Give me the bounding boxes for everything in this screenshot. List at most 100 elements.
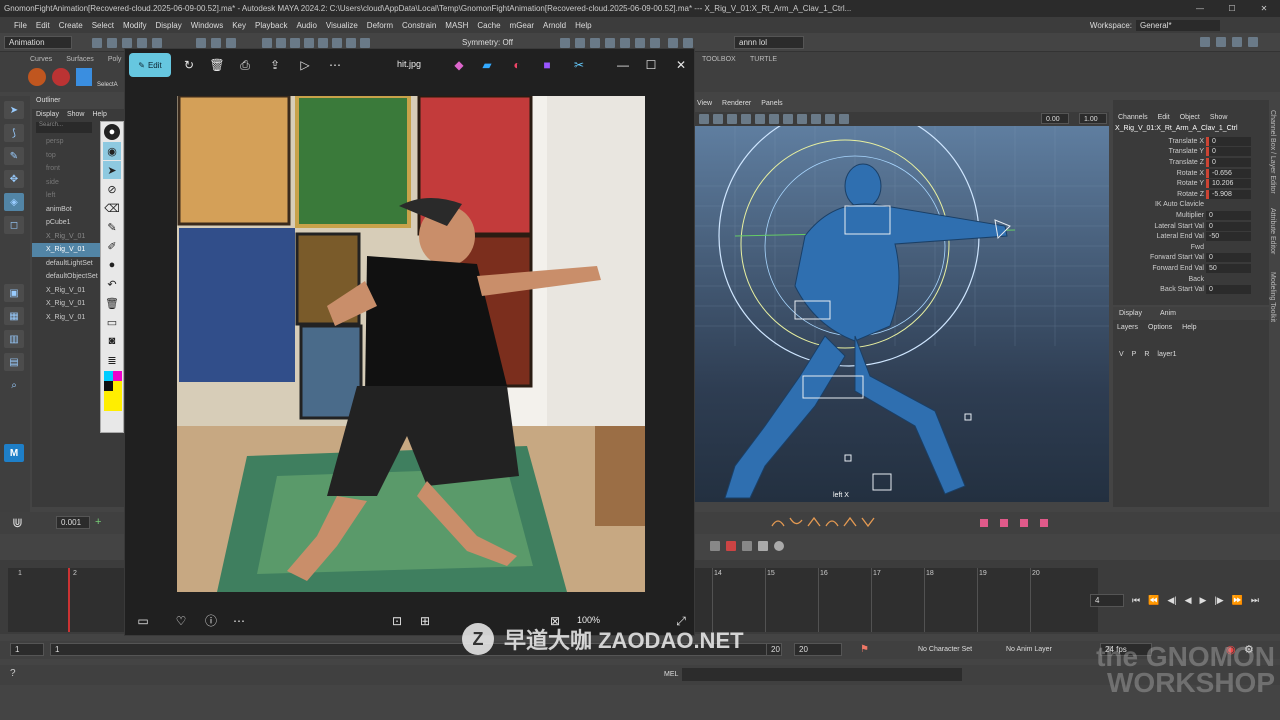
paint-select-tool-icon[interactable]: ✎ [4,147,24,165]
monitor-icon[interactable]: ▭ [103,313,121,331]
menu-select[interactable]: Select [92,21,114,30]
favorite-icon[interactable]: ♡ [173,613,189,629]
channel-value[interactable]: 0 [1206,285,1251,295]
fit-view-icon[interactable]: ⊡ [389,613,405,629]
menu-mash[interactable]: MASH [445,21,468,30]
toggle-channel-box-icon[interactable] [1248,37,1258,47]
viewport-menu-panels[interactable]: Panels [761,100,782,112]
bookmark-icon[interactable] [713,114,723,124]
menu-help[interactable]: Help [575,21,591,30]
smooth-shade-icon[interactable] [769,114,779,124]
character-rig-mesh[interactable] [724,163,1008,499]
channel-row[interactable]: Forward Start Val 0 [1113,253,1269,264]
animation-start-field[interactable]: 1 [10,643,44,656]
play-forward-icon[interactable]: ▶ [1200,595,1207,606]
menu-windows[interactable]: Windows [191,21,223,30]
mel-label[interactable]: MEL [664,671,678,678]
step-tangent-icon[interactable] [843,516,857,527]
outliner-search-input[interactable]: Search... [36,122,92,133]
layer-playback-toggle[interactable]: P [1132,351,1137,358]
channels-menu-channels[interactable]: Channels [1118,114,1148,121]
minimize-button[interactable]: — [1184,0,1216,17]
channel-row[interactable]: Translate Y0 [1113,147,1269,158]
menuset-dropdown[interactable]: Animation [4,36,72,49]
more-options-icon[interactable]: ⋯ [327,57,343,73]
save-scene-icon[interactable] [122,38,132,48]
channel-row[interactable]: Forward End Val 50 [1113,263,1269,274]
key-icon-1[interactable] [980,519,988,527]
shelf-tab-toolbox[interactable]: TOOLBOX [702,56,736,63]
light-editor-icon[interactable] [635,38,645,48]
lasso-tool-icon[interactable]: ⟆ [4,124,24,142]
maximize-button[interactable]: ☐ [1216,0,1248,17]
open-scene-icon[interactable] [107,38,117,48]
menu-edit[interactable]: Edit [36,21,50,30]
no-entry-icon[interactable]: ⊘ [103,180,121,198]
move-tool-icon[interactable]: ✥ [4,170,24,188]
magnet-tool-icon[interactable]: ⋓ [12,515,23,531]
channel-row[interactable]: Rotate Z -5.908 [1113,189,1269,200]
channel-row[interactable]: Lateral End Val -50 [1113,231,1269,242]
symmetry-label[interactable]: Symmetry: Off [462,38,513,47]
step-back-key-icon[interactable]: ⏪ [1148,595,1159,606]
arnold-render-icon[interactable] [650,38,660,48]
channel-row[interactable]: Back [1113,274,1269,285]
plateau-tangent-icon[interactable] [861,517,875,528]
side-tab-attribute-editor[interactable]: Attribute Editor [1269,208,1276,254]
maximize-viewer-icon[interactable]: ☐ [643,57,659,73]
clamped-tangent-icon[interactable] [789,517,803,525]
eraser-icon[interactable]: ⌫ [103,199,121,217]
menu-arnold[interactable]: Arnold [543,21,566,30]
ipr-render-icon[interactable] [575,38,585,48]
menu-mgear[interactable]: mGear [510,21,534,30]
camera-select-icon[interactable] [699,114,709,124]
rotate-tool-icon[interactable]: ◈ [4,193,24,211]
channel-row[interactable]: Multiplier 0 [1113,210,1269,221]
auto-key-icon[interactable]: ⚑ [860,644,869,655]
exposure-field[interactable]: 0.00 [1041,113,1069,124]
graph-layout-icon[interactable]: ▤ [4,353,24,371]
undo-annotation-icon[interactable]: ↶ [103,275,121,293]
info-icon[interactable]: ⓘ [203,613,219,629]
scale-tool-icon[interactable]: ◻ [4,216,24,234]
hypershade-icon[interactable] [605,38,615,48]
menu-create[interactable]: Create [59,21,83,30]
step-forward-key-icon[interactable]: ⏩ [1232,595,1243,606]
channel-row[interactable]: Back Start Val 0 [1113,284,1269,295]
channel-value[interactable]: 50 [1206,263,1251,273]
menu-visualize[interactable]: Visualize [326,21,358,30]
channel-value[interactable]: 0 [1206,253,1251,263]
layer-name[interactable]: layer1 [1157,351,1176,358]
rotate-icon[interactable]: ↻ [181,57,197,73]
wireframe-icon[interactable] [755,114,765,124]
shadows-icon[interactable] [811,114,821,124]
snap-view-icon[interactable] [304,38,314,48]
edit-button[interactable]: ✎ Edit [129,53,171,77]
layer-menu-help[interactable]: Help [1182,324,1196,331]
channel-row[interactable]: Fwd [1113,242,1269,253]
channel-value[interactable]: -0.656 [1206,168,1251,178]
channels-menu-show[interactable]: Show [1210,114,1228,121]
current-time-indicator[interactable] [68,568,70,632]
layer-visibility-toggle[interactable]: V [1119,351,1124,358]
channels-menu-edit[interactable]: Edit [1158,114,1170,121]
user-avatar-icon[interactable]: ● [104,124,120,140]
maya-logo-icon[interactable]: M [4,444,24,462]
snipping-icon[interactable]: ✂ [571,57,587,73]
step-back-frame-icon[interactable]: ◀| [1167,595,1176,606]
filmstrip-icon[interactable]: ▭ [135,613,151,629]
curve-filter-icon[interactable] [726,541,736,551]
slideshow-icon[interactable]: ▷ [297,57,313,73]
four-view-layout-icon[interactable]: ▦ [4,307,24,325]
lock-icon[interactable] [346,38,356,48]
character-red-icon[interactable] [28,68,46,86]
snap-vertex-icon[interactable] [332,38,342,48]
single-perspective-layout-icon[interactable]: ▣ [4,284,24,302]
actual-size-icon[interactable]: ⊞ [417,613,433,629]
share-icon[interactable]: ⇪ [267,57,283,73]
footer-more-icon[interactable]: ⋯ [231,613,247,629]
close-button[interactable]: ✕ [1248,0,1280,17]
image-plane-icon[interactable] [727,114,737,124]
outliner-menu-help[interactable]: Help [92,111,106,118]
menu-audio[interactable]: Audio [296,21,316,30]
